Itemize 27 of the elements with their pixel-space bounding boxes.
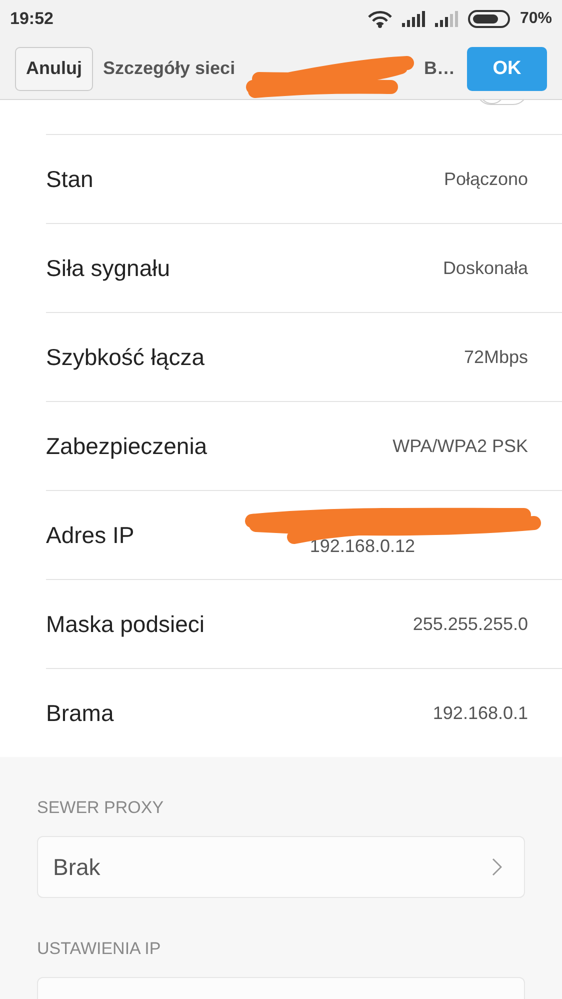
signal-icon	[434, 11, 459, 27]
screen-title: Szczegóły sieci	[103, 58, 236, 79]
battery-level: 70%	[520, 10, 552, 28]
row-label: Siła sygnału	[46, 254, 170, 282]
cancel-button[interactable]: Anuluj	[15, 46, 93, 90]
screen-title: B…	[424, 58, 455, 79]
signal-icon	[402, 11, 426, 27]
row-label: Adres IP	[46, 522, 134, 548]
row-label: Stan	[46, 166, 94, 192]
row-value: Połączono	[444, 168, 528, 190]
proxy-selector[interactable]: Brak	[37, 836, 525, 898]
section-header: SEWER PROXY	[37, 798, 165, 818]
section-header: USTAWIENIA IP	[37, 939, 162, 959]
clock-time: 19:52	[10, 9, 54, 29]
row-value: 72Mbps	[464, 346, 528, 368]
row-label: Szybkość łącza	[46, 344, 205, 370]
wifi-icon	[366, 10, 393, 28]
row-value: 192.168.0.12	[310, 536, 415, 556]
row-label: Maska podsieci	[46, 610, 205, 638]
row-value: 255.255.255.0	[412, 614, 528, 634]
row-value: 192.168.0.1	[432, 702, 528, 724]
row-label: Zabezpieczenia	[46, 432, 208, 460]
row-value: Doskonała	[442, 258, 528, 278]
chevron-right-icon	[492, 858, 502, 876]
row-label: Brama	[46, 700, 114, 726]
battery-icon	[468, 10, 512, 28]
row-value: WPA/WPA2 PSK	[392, 436, 528, 456]
